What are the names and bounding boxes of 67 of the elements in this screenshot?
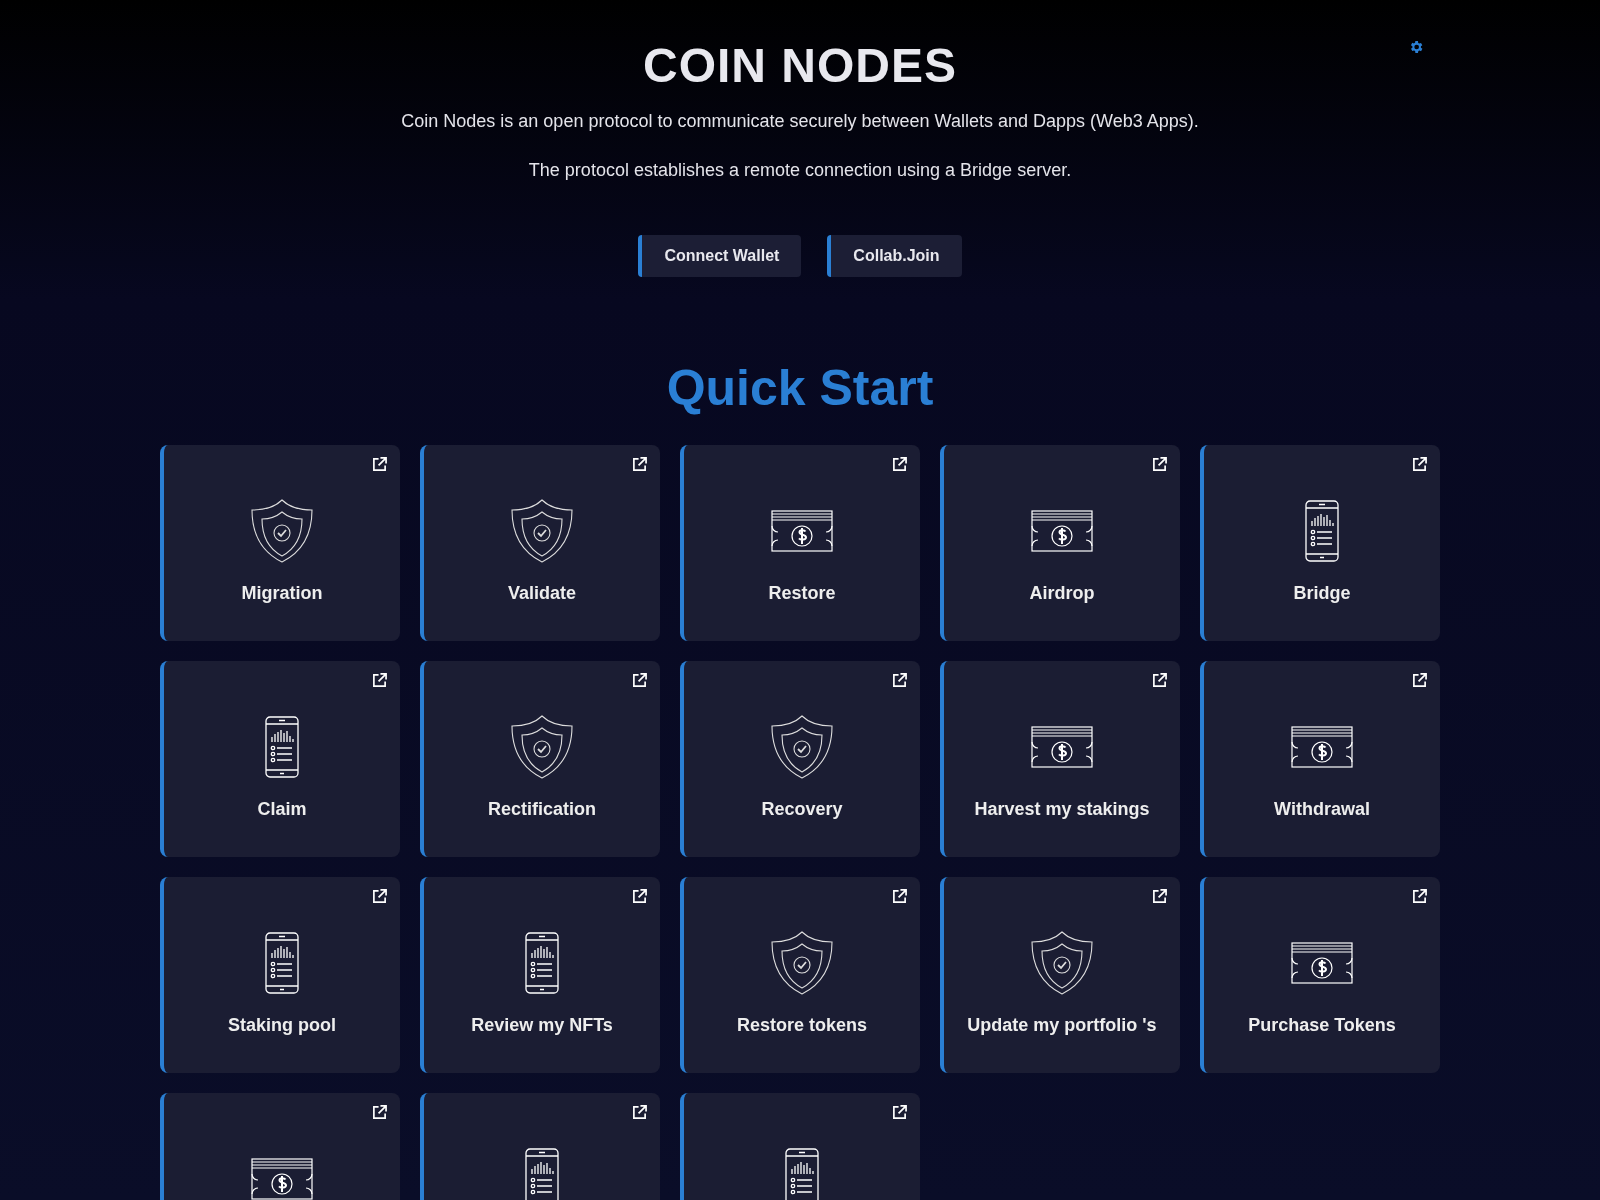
shield-check-icon: [251, 499, 313, 563]
card-label: Withdrawal: [1274, 799, 1370, 820]
external-link-icon: [632, 889, 647, 904]
card-label: Staking pool: [228, 1015, 336, 1036]
external-link-icon: [1152, 673, 1167, 688]
external-link-icon: [1152, 889, 1167, 904]
quick-start-card[interactable]: Purchase Tokens: [1200, 877, 1440, 1073]
external-link-icon: [632, 457, 647, 472]
quick-start-card[interactable]: Restore: [680, 445, 920, 641]
shield-check-icon: [511, 715, 573, 779]
external-link-icon: [892, 457, 907, 472]
external-link-icon: [892, 1105, 907, 1120]
card-label: Migration: [241, 583, 323, 604]
quick-start-card[interactable]: Claim: [160, 661, 400, 857]
shield-check-icon: [511, 499, 573, 563]
header-button[interactable]: Collab.Join: [827, 235, 962, 277]
quick-start-card[interactable]: Airdrop: [940, 445, 1180, 641]
card-label: Claim: [257, 799, 307, 820]
external-link-icon: [372, 457, 387, 472]
section-heading: Quick Start: [665, 359, 935, 417]
description-text: Coin Nodes is an open protocol to communicate securely between Wallets and Dapps (Web3 Apps).: [401, 111, 1199, 132]
phone-chart-icon: [265, 931, 299, 995]
card-label: Validate: [507, 583, 576, 604]
card-label: Rectification: [488, 799, 596, 820]
page-title: COIN NODES: [643, 38, 957, 93]
description-text: The protocol establishes a remote connection using a Bridge server.: [528, 160, 1072, 181]
external-link-icon: [632, 673, 647, 688]
quick-start-card[interactable]: Harvest my stakings: [940, 661, 1180, 857]
card-label: Restore tokens: [736, 1015, 867, 1036]
card-label: Bridge: [1293, 583, 1351, 604]
external-link-icon: [1152, 457, 1167, 472]
phone-chart-icon: [1305, 499, 1339, 563]
quick-start-card[interactable]: Staking pool: [160, 877, 400, 1073]
quick-start-card[interactable]: Update my portfolio 's: [940, 877, 1180, 1073]
phone-chart-icon: [265, 715, 299, 779]
quick-start-card[interactable]: Migration: [160, 445, 400, 641]
phone-chart-icon: [525, 931, 559, 995]
external-link-icon: [372, 1105, 387, 1120]
external-link-icon: [892, 673, 907, 688]
external-link-icon: [892, 889, 907, 904]
shield-check-icon: [1031, 931, 1093, 995]
card-label: Harvest my stakings: [974, 799, 1150, 820]
quick-start-card[interactable]: Restore tokens: [680, 877, 920, 1073]
quick-start-card[interactable]: Bridge: [1200, 445, 1440, 641]
card-label: Airdrop: [1029, 583, 1095, 604]
phone-chart-icon: [785, 1147, 819, 1200]
external-link-icon: [372, 889, 387, 904]
quick-start-card[interactable]: Review my NFTs: [420, 877, 660, 1073]
phone-chart-icon: [525, 1147, 559, 1200]
external-link-icon: [1412, 457, 1427, 472]
settings-icon[interactable]: [1408, 39, 1424, 55]
external-link-icon: [632, 1105, 647, 1120]
external-link-icon: [1412, 673, 1427, 688]
quick-start-card[interactable]: Validate: [420, 445, 660, 641]
card-label: Review my NFTs: [471, 1015, 613, 1036]
card-label: Update my portfolio 's: [967, 1015, 1157, 1036]
card-label: Restore: [768, 583, 836, 604]
shield-check-icon: [771, 715, 833, 779]
card-label: Recovery: [761, 799, 843, 820]
card-label: Purchase Tokens: [1248, 1015, 1396, 1036]
quick-start-card[interactable]: Rectification: [420, 661, 660, 857]
external-link-icon: [372, 673, 387, 688]
header-button[interactable]: Connect Wallet: [638, 235, 802, 277]
external-link-icon: [1412, 889, 1427, 904]
shield-check-icon: [771, 931, 833, 995]
quick-start-card[interactable]: Recovery: [680, 661, 920, 857]
quick-start-card[interactable]: Withdrawal: [1200, 661, 1440, 857]
